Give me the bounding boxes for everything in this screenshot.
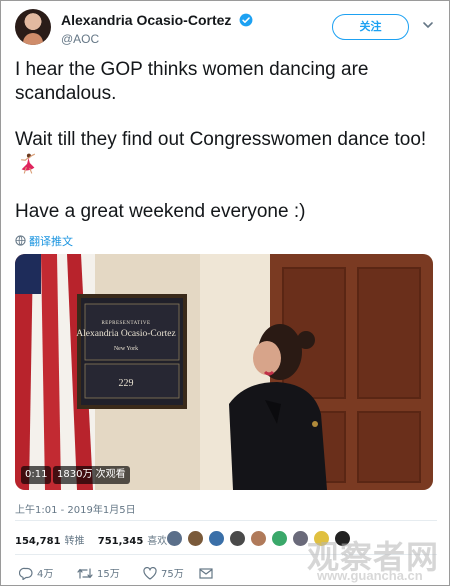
handle[interactable]: @AOC [61, 32, 253, 46]
plaque-room-number: 229 [118, 378, 134, 389]
video-duration: 0:11 [21, 466, 52, 484]
translate-link[interactable]: 翻译推文 [15, 233, 73, 249]
direct-message-button[interactable] [199, 567, 217, 583]
tweet-stats: 154,781 转推 751,345 喜欢 [15, 532, 167, 547]
watermark: 观察者网 www.guancha.cn [305, 532, 449, 586]
liker-avatar[interactable] [166, 530, 183, 547]
tweet-line-3: Have a great weekend everyone :) [15, 201, 306, 222]
like-action-count: 75万 [161, 569, 184, 580]
reply-icon [19, 567, 33, 580]
video-frame [15, 254, 433, 490]
tweet-header: Alexandria Ocasio-Cortez @AOC 关注 [15, 9, 439, 49]
watermark-url: www.guancha.cn [317, 568, 423, 583]
liker-avatar[interactable] [208, 530, 225, 547]
verified-badge-icon [239, 13, 253, 27]
tweet-line-2: Wait till they find out Congresswomen da… [15, 128, 435, 178]
plaque-state: New York [113, 346, 139, 352]
tweet-text: I hear the GOP thinks women dancing are … [15, 58, 435, 224]
liker-avatar[interactable] [229, 530, 246, 547]
author-block[interactable]: Alexandria Ocasio-Cortez @AOC [61, 11, 253, 46]
display-name[interactable]: Alexandria Ocasio-Cortez [61, 12, 231, 28]
like-label: 喜欢 [147, 536, 168, 547]
tweet-card: Alexandria Ocasio-Cortez @AOC 关注 I hear … [0, 0, 450, 586]
avatar[interactable] [15, 9, 51, 45]
tweet-line-2-text: Wait till they find out Congresswomen da… [15, 129, 427, 150]
liker-avatar[interactable] [187, 530, 204, 547]
dancer-emoji-icon [20, 153, 36, 174]
plaque-title: REPRESENTATIVE [101, 321, 151, 326]
follow-button[interactable]: 关注 [332, 14, 409, 40]
reply-button[interactable]: 4万 [19, 567, 53, 583]
retweet-action-count: 15万 [97, 569, 120, 580]
reply-count: 4万 [37, 569, 54, 580]
tweet-actions: 4万 15万 75万 [15, 567, 315, 583]
chevron-down-icon[interactable] [422, 19, 434, 31]
globe-icon [15, 235, 26, 246]
like-count: 751,345 [97, 536, 144, 547]
retweet-label: 转推 [64, 536, 85, 547]
divider [15, 520, 437, 521]
translate-label[interactable]: 翻译推文 [29, 235, 73, 248]
video-player[interactable]: REPRESENTATIVE Alexandria Ocasio-Cortez … [15, 254, 433, 490]
plaque-name: Alexandria Ocasio-Cortez [76, 329, 176, 339]
liker-avatar[interactable] [250, 530, 267, 547]
heart-icon [143, 567, 157, 580]
retweet-stat[interactable]: 154,781 转推 [15, 536, 85, 547]
tweet-line-1: I hear the GOP thinks women dancing are … [15, 59, 369, 104]
tweet-timestamp[interactable]: 上午1:01 - 2019年1月5日 [15, 501, 136, 516]
retweet-count: 154,781 [15, 536, 61, 547]
video-view-count: 1830万 次观看 [53, 466, 130, 484]
envelope-icon [199, 568, 213, 579]
like-stat[interactable]: 751,345 喜欢 [98, 536, 168, 547]
retweet-button[interactable]: 15万 [77, 567, 120, 583]
liker-avatar[interactable] [271, 530, 288, 547]
retweet-icon [77, 568, 93, 579]
like-button[interactable]: 75万 [143, 567, 184, 583]
